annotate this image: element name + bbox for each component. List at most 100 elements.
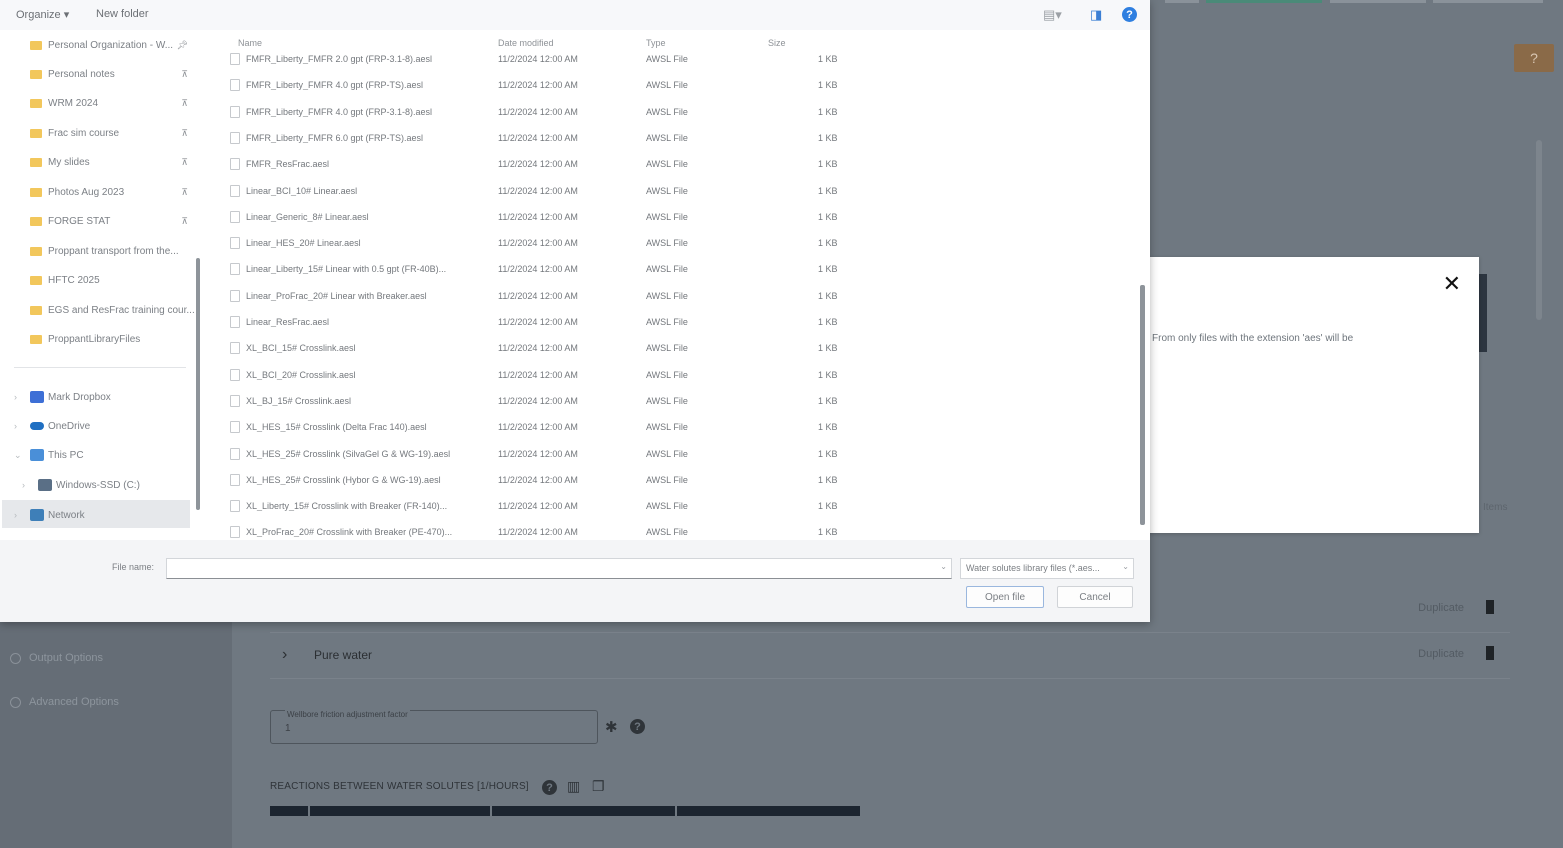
help-icon[interactable]: ? [1122, 7, 1137, 22]
nav-item-label: Advanced Options [29, 696, 119, 708]
top-button[interactable] [1165, 0, 1199, 3]
file-row[interactable]: FMFR_Liberty_FMFR 4.0 gpt (FRP-TS).aesl 1… [226, 72, 866, 98]
collapse-chevron-icon[interactable]: ⌄ [14, 450, 30, 461]
file-row[interactable]: XL_ProFrac_20# Crosslink with Breaker (P… [226, 519, 866, 540]
copy-icon[interactable]: ❐ [592, 778, 605, 795]
top-button-primary[interactable] [1206, 0, 1322, 3]
trash-icon[interactable] [1486, 600, 1494, 614]
file-row[interactable]: XL_BJ_15# Crosslink.aesl 11/2/2024 12:00 … [226, 388, 866, 414]
preview-pane-icon[interactable]: ◨ [1090, 7, 1102, 23]
nav-folder[interactable]: Frac sim course ⊼ [30, 122, 192, 144]
file-row[interactable]: Linear_BCI_10# Linear.aesl 11/2/2024 12:0… [226, 178, 866, 204]
file-date-modified: 11/2/2024 12:00 AM [498, 80, 578, 91]
file-row[interactable]: XL_HES_15# Crosslink (Delta Frac 140).ae… [226, 414, 866, 440]
expand-chevron-icon[interactable]: › [14, 510, 30, 520]
file-size: 1 KB [818, 106, 838, 117]
nav-folder[interactable]: Personal Organization - W... 📌︎ [30, 34, 192, 56]
nav-folder[interactable]: EGS and ResFrac training cour... [30, 299, 195, 321]
modal-edge [1479, 274, 1487, 352]
file-row[interactable]: Linear_Liberty_15# Linear with 0.5 gpt (… [226, 256, 866, 282]
file-row[interactable]: FMFR_Liberty_FMFR 6.0 gpt (FRP-TS).aesl 1… [226, 125, 866, 151]
file-row[interactable]: XL_HES_25# Crosslink (SilvaGel G & WG-19… [226, 441, 866, 467]
nav-folder[interactable]: My slides ⊼ [30, 151, 192, 173]
file-icon [230, 316, 240, 328]
cancel-button[interactable]: Cancel [1057, 586, 1133, 608]
file-size: 1 KB [818, 264, 838, 275]
file-name-input[interactable]: ⌄ [166, 558, 952, 579]
folder-icon [30, 69, 42, 79]
nav-location-network[interactable]: › Network [14, 504, 85, 526]
file-row[interactable]: Linear_ResFrac.aesl 11/2/2024 12:00 AM AWS… [226, 309, 866, 335]
nav-folder[interactable]: HFTC 2025 [30, 269, 192, 291]
file-size: 1 KB [818, 369, 838, 380]
trash-icon[interactable] [1486, 646, 1494, 660]
nav-location-this-pc[interactable]: ⌄ This PC [14, 444, 84, 466]
new-folder-button[interactable]: New folder [96, 8, 149, 20]
file-open-dialog: Organize ▾ New folder ▤▾ ◨ ? Personal Or… [0, 0, 1150, 622]
solute-row: › Pure water Duplicate [270, 634, 1510, 679]
nav-location-windows-ssd[interactable]: › Windows-SSD (C:) [22, 474, 140, 496]
file-row[interactable]: XL_Liberty_15# Crosslink with Breaker (F… [226, 493, 866, 519]
file-type: AWSL File [646, 317, 688, 327]
wellbore-friction-field[interactable]: Wellbore friction adjustment factor 1 [270, 710, 598, 744]
expand-chevron-icon[interactable]: › [22, 480, 38, 490]
top-button[interactable] [1330, 0, 1426, 3]
folder-icon [30, 128, 42, 138]
nav-folder[interactable]: Photos Aug 2023 ⊼ [30, 181, 192, 203]
chevron-down-icon[interactable]: ⌄ [940, 562, 947, 571]
duplicate-button[interactable]: Duplicate [1418, 648, 1464, 660]
file-row[interactable]: XL_BCI_15# Crosslink.aesl 11/2/2024 12:00… [226, 335, 866, 361]
view-options-icon[interactable]: ▤▾ [1043, 7, 1062, 23]
nav-folder[interactable]: FORGE STAT ⊼ [30, 210, 192, 232]
organize-button[interactable]: Organize ▾ [16, 8, 69, 21]
scrollbar[interactable] [1536, 140, 1542, 320]
file-row[interactable]: FMFR_Liberty_FMFR 4.0 gpt (FRP-3.1-8).ae… [226, 99, 866, 125]
top-button[interactable] [1433, 0, 1543, 3]
nav-location-dropbox[interactable]: › Mark Dropbox [14, 386, 111, 408]
close-icon[interactable]: ✕ [1443, 273, 1461, 295]
expand-chevron-icon[interactable]: › [14, 392, 30, 402]
file-date-modified: 11/2/2024 12:00 AM [498, 290, 578, 301]
question-icon[interactable]: ? [542, 780, 557, 795]
file-icon [230, 526, 240, 539]
file-type: AWSL File [646, 54, 688, 64]
file-row[interactable]: Linear_HES_20# Linear.aesl 11/2/2024 12:0… [226, 230, 866, 256]
navigation-pane: Personal Organization - W... 📌︎ Personal … [0, 30, 198, 540]
question-icon[interactable]: ? [630, 719, 645, 734]
open-file-button[interactable]: Open file [966, 586, 1044, 608]
file-row[interactable]: FMFR_Liberty_FMFR 2.0 gpt (FRP-3.1-8).ae… [226, 46, 866, 72]
expand-chevron-icon[interactable]: › [14, 421, 30, 431]
file-date-modified: 11/2/2024 12:00 AM [498, 159, 578, 170]
chevron-right-icon[interactable]: › [282, 646, 287, 664]
nav-item-advanced-options[interactable]: Advanced Options [10, 696, 119, 708]
nav-folder[interactable]: Personal notes ⊼ [30, 63, 192, 85]
duplicate-button[interactable]: Duplicate [1418, 602, 1464, 614]
file-row[interactable]: XL_BCI_20# Crosslink.aesl 11/2/2024 12:00… [226, 362, 866, 388]
bar-chart-icon[interactable]: ▥ [567, 778, 580, 795]
file-row[interactable]: XL_HES_25# Crosslink (Hybor G & WG-19).a… [226, 467, 866, 493]
file-row[interactable]: Linear_ProFrac_20# Linear with Breaker.a… [226, 283, 866, 309]
puzzle-icon[interactable]: ✱ [605, 718, 618, 736]
items-label: Items [1483, 502, 1508, 513]
nav-folder[interactable]: WRM 2024 ⊼ [30, 92, 192, 114]
file-size: 1 KB [818, 317, 838, 327]
cloud-icon [30, 422, 44, 430]
file-size: 1 KB [818, 80, 838, 91]
nav-location-onedrive[interactable]: › OneDrive [14, 415, 90, 437]
file-row[interactable]: FMFR_ResFrac.aesl 11/2/2024 12:00 AM AWSL … [226, 151, 866, 177]
nav-folder[interactable]: Proppant transport from the... [30, 240, 192, 262]
folder-label: ProppantLibraryFiles [48, 333, 141, 345]
nav-folder[interactable]: ProppantLibraryFiles [30, 328, 192, 350]
pin-icon: ⊼ [181, 97, 188, 108]
nav-item-output-options[interactable]: Output Options [10, 652, 103, 664]
file-type: AWSL File [646, 185, 688, 196]
help-button[interactable]: ? [1514, 44, 1554, 72]
file-type: AWSL File [646, 527, 688, 538]
folder-label: Frac sim course [48, 127, 120, 139]
file-type-select[interactable]: Water solutes library files (*.aes... ⌄ [960, 558, 1134, 579]
file-row[interactable]: Linear_Generic_8# Linear.aesl 11/2/2024 1… [226, 204, 866, 230]
location-label: This PC [48, 449, 84, 461]
nav-scrollbar[interactable] [196, 258, 200, 510]
file-list-scrollbar[interactable] [1140, 285, 1145, 525]
file-size: 1 KB [818, 159, 838, 170]
